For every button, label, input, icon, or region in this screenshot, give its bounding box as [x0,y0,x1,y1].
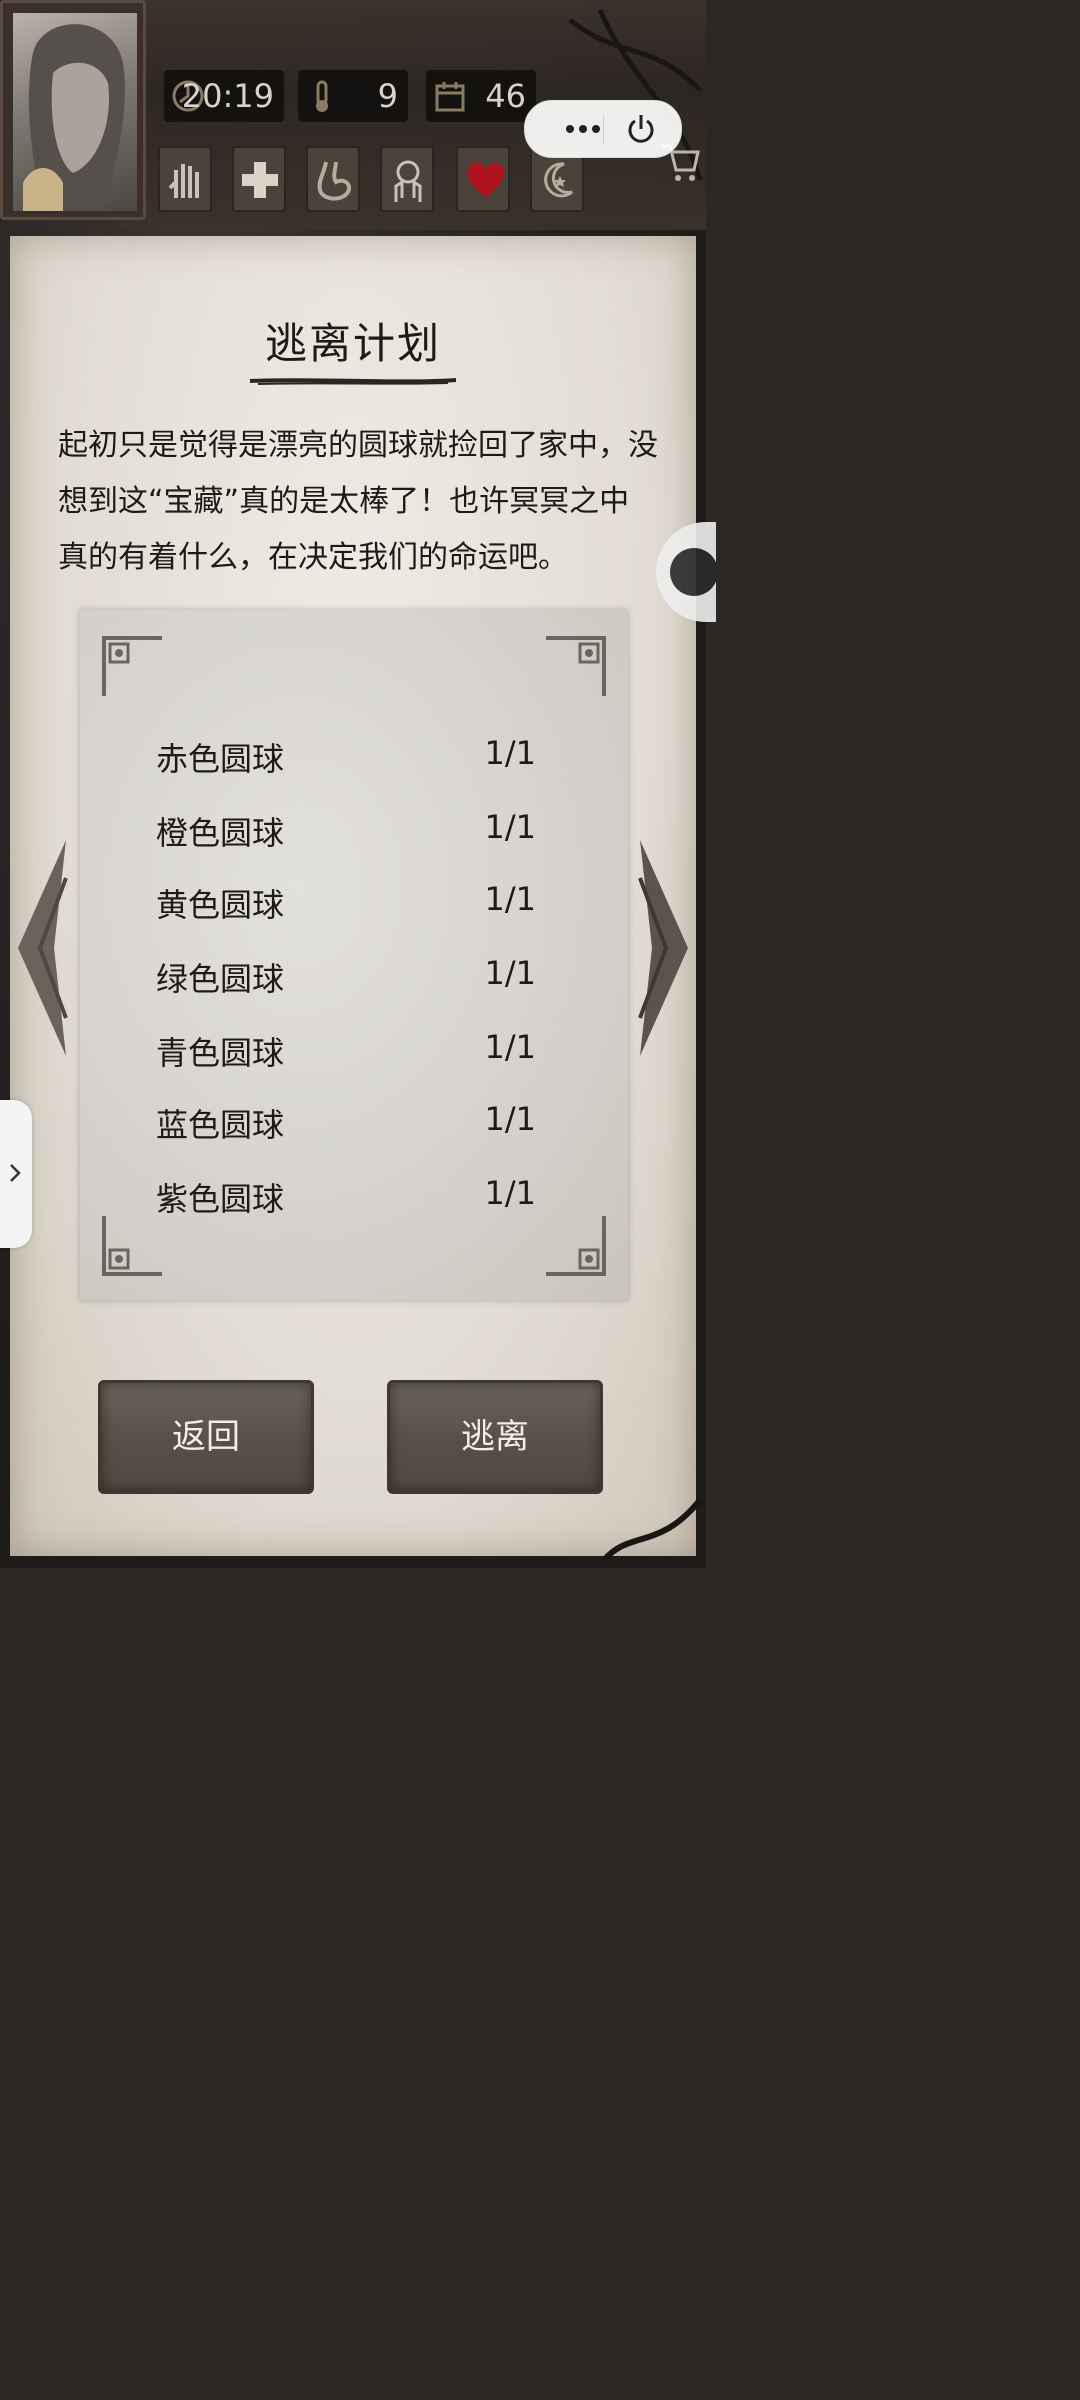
corner-ornament-top-left [102,636,162,696]
heart-skill-button[interactable] [456,146,510,212]
previous-page-arrow-icon[interactable] [14,838,70,1058]
stomach-icon [317,161,351,201]
corner-ornament-top-right [546,636,606,696]
item-count: 1/1 [484,954,537,992]
calendar-icon [435,82,465,112]
item-name: 蓝色圆球 [156,1106,285,1144]
item-name: 橙色圆球 [156,814,285,852]
title-underline-decoration [249,378,457,385]
more-icon[interactable] [565,121,601,137]
item-count: 1/1 [484,1028,537,1066]
back-button[interactable]: 返回 [98,1380,314,1494]
heart-icon [467,163,505,198]
item-name: 黄色圆球 [156,886,285,924]
power-icon[interactable] [625,113,657,145]
panel-description: 起初只是觉得是漂亮的圆球就捡回了家中，没想到这“宝藏”真的是太棒了！也许冥冥之中… [58,428,658,575]
stomach-skill-button[interactable] [306,146,360,212]
character-face-icon [23,24,125,211]
list-item: 青色圆球 1/1 [156,1028,536,1078]
music-note-icon [670,548,718,596]
cross-icon [242,162,278,198]
capsule-divider [603,115,604,143]
list-item: 黄色圆球 1/1 [156,880,536,930]
moon-icon [544,162,573,198]
item-count: 1/1 [484,808,537,846]
next-page-arrow-icon[interactable] [636,838,692,1058]
list-item: 紫色圆球 1/1 [156,1174,536,1224]
day-counter-display: 46 [426,70,536,122]
corner-ornament-bottom-right [546,1216,606,1276]
brain-icon [394,160,422,202]
thorn-vine-decoration-bottom [601,1498,703,1563]
corner-ornament-bottom-left [102,1216,162,1276]
item-count: 1/1 [484,1100,537,1138]
list-item: 绿色圆球 1/1 [156,954,536,1004]
escape-button[interactable]: 逃离 [387,1380,603,1494]
hand-icon [168,164,199,198]
item-count: 1/1 [484,880,537,918]
time-value: 20:19 [181,77,274,115]
day-value: 46 [485,77,526,115]
side-expand-tab[interactable] [0,1100,32,1248]
item-name: 紫色圆球 [156,1180,285,1218]
character-portrait-frame[interactable] [0,0,146,220]
list-item: 蓝色圆球 1/1 [156,1100,536,1150]
item-name: 绿色圆球 [156,960,285,998]
list-item: 赤色圆球 1/1 [156,734,536,784]
temperature-display: 9 [298,70,408,122]
health-skill-button[interactable] [232,146,286,212]
thermometer-icon [316,80,328,112]
item-count: 1/1 [484,734,537,772]
item-count: 1/1 [484,1174,537,1212]
clock-display: 20:19 [164,70,284,122]
chevron-right-icon [10,1164,21,1182]
item-name: 赤色圆球 [156,740,285,778]
character-portrait [13,13,137,211]
list-item: 橙色圆球 1/1 [156,808,536,858]
mini-program-capsule [524,100,682,158]
hand-skill-button[interactable] [158,146,212,212]
temperature-value: 9 [377,77,398,115]
mind-skill-button[interactable] [380,146,434,212]
panel-title: 逃离计划 [264,319,441,368]
item-name: 青色圆球 [156,1034,285,1072]
